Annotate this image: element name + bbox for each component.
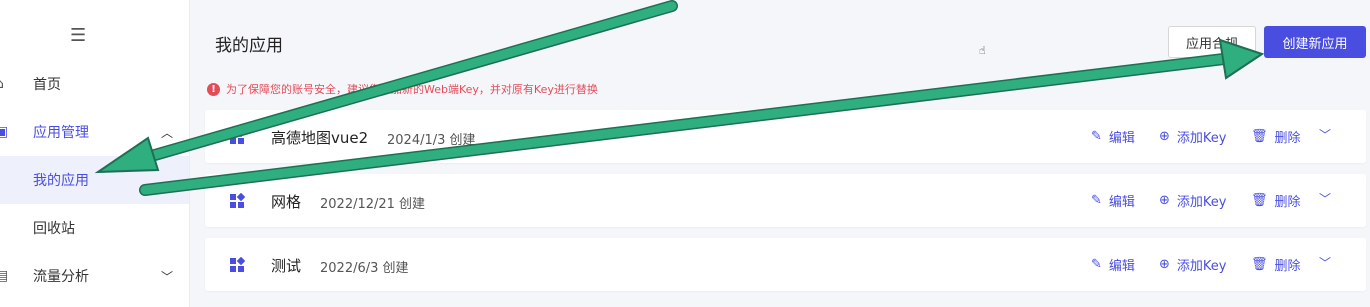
delete-label: 删除 <box>1274 131 1301 146</box>
add-key-label: 添加Key <box>1176 259 1227 274</box>
chevron-up-icon: ︿ <box>160 125 173 140</box>
edit-label: 编辑 <box>1108 195 1135 210</box>
delete-button[interactable]: 🗑 删除 <box>1251 191 1301 210</box>
sidebar-item-recycle-bin[interactable]: 回收站 <box>0 204 189 252</box>
trash-icon: 🗑 <box>1251 193 1268 208</box>
chevron-down-icon[interactable]: ﹀ <box>1319 190 1331 207</box>
add-key-button[interactable]: ⊕ 添加Key <box>1159 255 1226 274</box>
main-content: 我的应用 应用合规 创建新应用 ! 为了保障您的账号安全，建议您添加新的Web端… <box>190 0 1370 307</box>
add-key-button[interactable]: ⊕ 添加Key <box>1159 191 1226 210</box>
app-name[interactable]: 高德地图vue2 <box>271 127 368 148</box>
sidebar-item-label: 流量分析 <box>33 269 89 285</box>
edit-icon: ✎ <box>1091 193 1102 208</box>
warning-icon: ! <box>207 82 220 96</box>
trash-icon: 🗑 <box>1251 129 1268 144</box>
app-created-date: 2022/6/3 创建 <box>320 261 409 276</box>
app-card: 测试 2022/6/3 创建 ✎ 编辑 ⊕ 添加Key 🗑 删除 ﹀ <box>205 238 1366 291</box>
edit-button[interactable]: ✎ 编辑 <box>1091 191 1135 210</box>
app-name[interactable]: 网格 <box>271 191 301 212</box>
app-name[interactable]: 测试 <box>271 255 301 276</box>
edit-icon: ✎ <box>1091 257 1102 272</box>
app-created-date: 2022/12/21 创建 <box>320 197 426 212</box>
create-app-button[interactable]: 创建新应用 <box>1264 26 1366 58</box>
app-icon <box>230 193 245 208</box>
delete-button[interactable]: 🗑 删除 <box>1251 255 1301 274</box>
mouse-cursor-icon: ☝ <box>979 44 986 57</box>
app-card: 网格 2022/12/21 创建 ✎ 编辑 ⊕ 添加Key 🗑 删除 ﹀ <box>205 174 1366 227</box>
sidebar-item-label: 首页 <box>33 77 61 93</box>
app-created-date: 2024/1/3 创建 <box>387 133 476 148</box>
add-key-label: 添加Key <box>1176 131 1227 146</box>
sidebar-item-home[interactable]: ⌂ 首页 <box>0 60 189 108</box>
sidebar: ☰ ⌂ 首页 ▣ 应用管理 ︿ 我的应用 回收站 ▤ 流量分析 ﹀ <box>0 0 190 307</box>
chart-icon: ▤ <box>0 268 9 284</box>
add-key-label: 添加Key <box>1176 195 1227 210</box>
sidebar-item-traffic-analysis[interactable]: ▤ 流量分析 ﹀ <box>0 252 189 300</box>
plus-circle-icon: ⊕ <box>1159 129 1170 144</box>
edit-icon: ✎ <box>1091 129 1102 144</box>
edit-button[interactable]: ✎ 编辑 <box>1091 127 1135 146</box>
app-icon <box>230 129 245 144</box>
delete-label: 删除 <box>1274 259 1301 274</box>
sidebar-item-label: 应用管理 <box>33 125 89 141</box>
add-key-button[interactable]: ⊕ 添加Key <box>1159 127 1226 146</box>
hamburger-icon[interactable]: ☰ <box>70 25 86 46</box>
security-notice: ! 为了保障您的账号安全，建议您添加新的Web端Key，并对原有Key进行替换 <box>207 81 598 97</box>
page-title: 我的应用 <box>215 36 283 56</box>
trash-icon: 🗑 <box>1251 257 1268 272</box>
delete-button[interactable]: 🗑 删除 <box>1251 127 1301 146</box>
chevron-down-icon: ﹀ <box>160 269 173 284</box>
chevron-down-icon[interactable]: ﹀ <box>1319 126 1331 143</box>
plus-circle-icon: ⊕ <box>1159 193 1170 208</box>
app-icon <box>230 257 245 272</box>
app-grid-icon: ▣ <box>0 124 9 140</box>
app-compliance-button[interactable]: 应用合规 <box>1168 26 1256 58</box>
sidebar-item-my-apps[interactable]: 我的应用 <box>0 156 189 204</box>
sidebar-item-label: 回收站 <box>33 221 75 237</box>
sidebar-item-label: 我的应用 <box>33 173 89 189</box>
security-notice-text: 为了保障您的账号安全，建议您添加新的Web端Key，并对原有Key进行替换 <box>226 83 598 96</box>
edit-label: 编辑 <box>1108 259 1135 274</box>
home-icon: ⌂ <box>0 76 4 92</box>
plus-circle-icon: ⊕ <box>1159 257 1170 272</box>
sidebar-item-app-management[interactable]: ▣ 应用管理 ︿ <box>0 108 189 156</box>
delete-label: 删除 <box>1274 195 1301 210</box>
edit-label: 编辑 <box>1108 131 1135 146</box>
edit-button[interactable]: ✎ 编辑 <box>1091 255 1135 274</box>
app-card: 高德地图vue2 2024/1/3 创建 ✎ 编辑 ⊕ 添加Key 🗑 删除 ﹀ <box>205 110 1366 163</box>
chevron-down-icon[interactable]: ﹀ <box>1319 254 1331 271</box>
